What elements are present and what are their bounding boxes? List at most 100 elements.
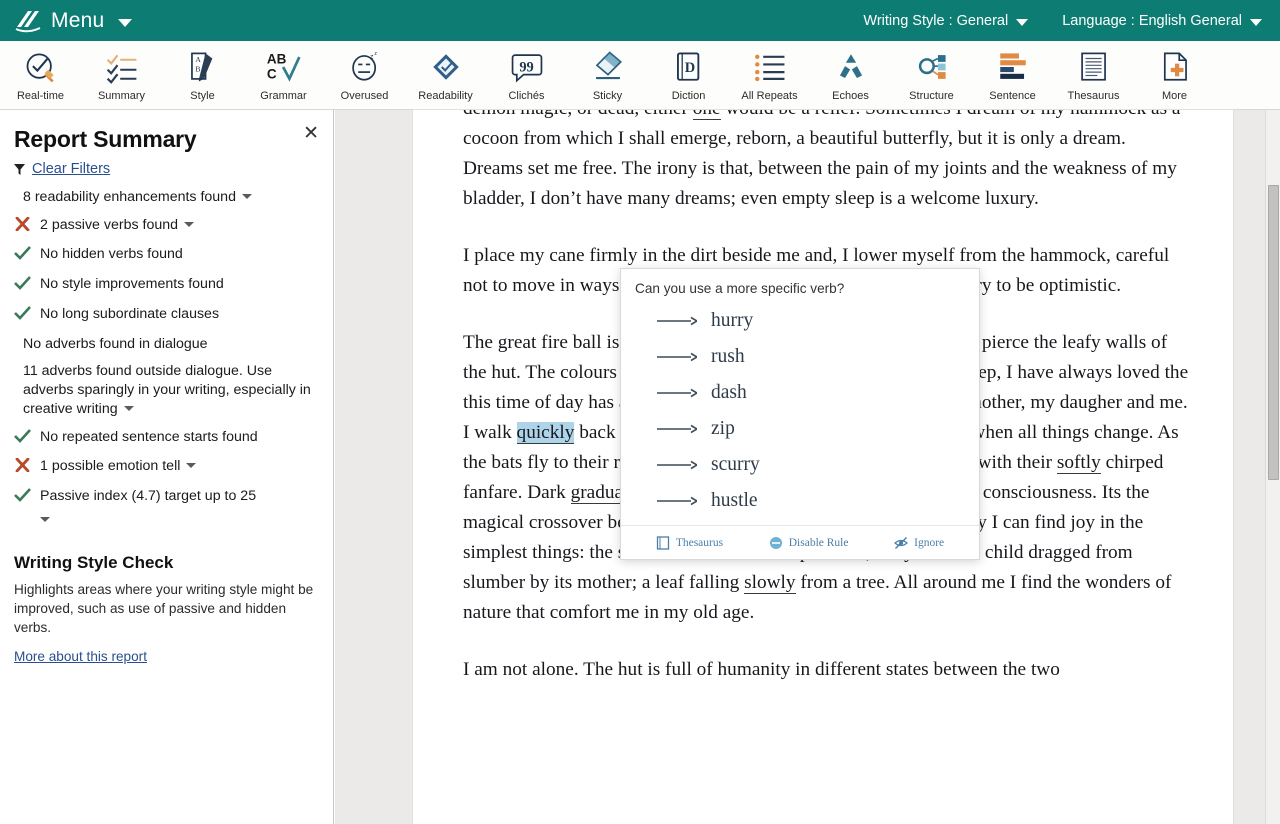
suggestion-item[interactable]: hustle: [621, 483, 979, 519]
top-menu-bar: Menu Writing Style : General Language : …: [0, 0, 1280, 41]
svg-text:AB: AB: [266, 51, 286, 66]
grammar-abc-icon: AB C: [266, 45, 302, 89]
arrow-right-icon: [657, 351, 697, 363]
report-item[interactable]: 11 adverbs found outside dialogue. Use a…: [14, 362, 317, 418]
document-paragraph: I am not alone. The hut is full of human…: [463, 655, 1189, 685]
check-icon: [14, 487, 31, 508]
suggestion-item[interactable]: dash: [621, 375, 979, 411]
clear-filters-row[interactable]: Clear Filters: [14, 161, 317, 177]
writing-style-selector[interactable]: Writing Style : General: [863, 13, 1029, 29]
suggestion-word: hustle: [711, 490, 758, 511]
echoes-recycle-icon: [834, 45, 868, 89]
cross-icon: [14, 457, 31, 478]
arrow-right-icon: [657, 387, 697, 399]
structure-node-icon: [915, 45, 949, 89]
more-about-report-link[interactable]: More about this report: [14, 649, 317, 664]
toolbar-item-summary[interactable]: Summary: [81, 41, 162, 109]
document-paragraph: demon magic, or dead, either one would b…: [463, 110, 1189, 214]
toolbar-item-label: Style: [190, 90, 215, 102]
toolbar-item-label: Diction: [671, 90, 706, 102]
writing-style-check-title: Writing Style Check: [14, 552, 174, 572]
report-item: No hidden verbs found: [14, 245, 317, 266]
report-item: Passive index (4.7) target up to 25: [14, 487, 317, 508]
toolbar-item-overused[interactable]: z z Overused: [324, 41, 405, 109]
toolbar-item-label: More: [1161, 90, 1188, 102]
report-item: No style improvements found: [14, 275, 317, 296]
clear-filters-link[interactable]: Clear Filters: [32, 161, 110, 177]
toolbar-item-clich-s[interactable]: 99 Clichés: [486, 41, 567, 109]
toolbar-item-sticky[interactable]: Sticky: [567, 41, 648, 109]
thesaurus-book-icon: [656, 535, 670, 550]
report-item[interactable]: 8 readability enhancements found: [14, 188, 317, 207]
suggestion-item[interactable]: rush: [621, 339, 979, 375]
style-pen-icon: AB: [186, 45, 220, 89]
text-run: would be a relief. Sometimes I dream of …: [463, 110, 1180, 209]
expand-more-chevron-down-icon[interactable]: [40, 516, 50, 522]
text-run: , I lower myself from the hammock: [832, 245, 1107, 266]
chevron-down-icon[interactable]: [186, 463, 197, 469]
selected-word[interactable]: quickly: [516, 422, 575, 444]
report-items-list: 8 readability enhancements found 2 passiv…: [14, 188, 317, 537]
writing-style-check-description: Highlights areas where your writing styl…: [14, 581, 314, 636]
popup-question: Can you use a more specific verb?: [635, 281, 845, 296]
suggestion-item[interactable]: hurry: [621, 303, 979, 339]
toolbar-item-grammar[interactable]: AB C Grammar: [243, 41, 324, 109]
toolbar-item-real-time[interactable]: Real-time: [0, 41, 81, 109]
flagged-word[interactable]: softly: [1056, 452, 1101, 474]
realtime-icon: [23, 45, 59, 89]
disable-rule-button[interactable]: Disable Rule: [769, 536, 848, 550]
disable-rule-icon: [769, 536, 783, 550]
toolbar-item-label: Thesaurus: [1067, 90, 1120, 102]
toolbar-item-echoes[interactable]: Echoes: [810, 41, 891, 109]
suggestion-word: dash: [711, 382, 747, 403]
popup-actions: Thesaurus Disable Rule Ignore: [621, 525, 979, 559]
document-vertical-scrollbar[interactable]: [1265, 110, 1280, 824]
thesaurus-pages-icon: [1077, 45, 1111, 89]
language-selector[interactable]: Language : English General: [1062, 13, 1262, 29]
suggestion-item[interactable]: zip: [621, 411, 979, 447]
report-item-label: 8 readability enhancements found: [23, 188, 317, 207]
toolbar-item-label: Overused: [340, 90, 389, 102]
close-icon[interactable]: ✕: [303, 124, 319, 143]
ignore-button[interactable]: Ignore: [894, 536, 944, 550]
toolbar-item-label: Sticky: [592, 90, 623, 102]
suggestion-word: zip: [711, 418, 735, 439]
toolbar-item-all-repeats[interactable]: All Repeats: [729, 41, 810, 109]
toolbar-item-style[interactable]: A B Style: [162, 41, 243, 109]
menu-button[interactable]: Menu: [14, 8, 133, 34]
toolbar-item-diction[interactable]: D Diction: [648, 41, 729, 109]
toolbar-item-readability[interactable]: Readability: [405, 41, 486, 109]
language-label: Language : English General: [1062, 12, 1242, 29]
arrow-right-icon: [657, 459, 697, 471]
report-item-label: No style improvements found: [40, 276, 224, 293]
suggestion-item[interactable]: scurry: [621, 447, 979, 483]
report-item-label: No adverbs found in dialogue: [23, 335, 208, 352]
check-icon: [14, 245, 31, 266]
scrollbar-thumb[interactable]: [1268, 185, 1279, 480]
report-item-label: No long subordinate clauses: [40, 305, 220, 322]
sentence-bars-icon: [996, 45, 1030, 89]
chevron-down-icon[interactable]: [184, 221, 195, 227]
more-plus-page-icon: [1158, 45, 1192, 89]
chevron-down-icon[interactable]: [241, 194, 252, 199]
text-run: demon magic, or dead, either: [463, 110, 693, 119]
chevron-down-icon[interactable]: [123, 405, 134, 411]
svg-text:A: A: [195, 55, 201, 64]
toolbar-item-label: Sentence: [989, 90, 1036, 102]
toolbar-item-label: Clichés: [508, 90, 545, 102]
chevron-down-icon: [1016, 19, 1029, 26]
text-run: e always loved th: [1045, 362, 1180, 383]
report-item[interactable]: 1 possible emotion tell: [14, 457, 317, 478]
thesaurus-button[interactable]: Thesaurus: [656, 535, 723, 550]
text-run: I am not alone. The hut is full of human…: [463, 659, 1060, 680]
sticky-highlighter-icon: [591, 45, 625, 89]
toolbar-item-more[interactable]: More: [1134, 41, 1215, 109]
toolbar-item-thesaurus[interactable]: Thesaurus: [1053, 41, 1134, 109]
toolbar-item-sentence[interactable]: Sentence: [972, 41, 1053, 109]
flagged-word[interactable]: slowly: [744, 572, 796, 594]
toolbar-item-label: Readability: [418, 90, 473, 102]
report-item[interactable]: 2 passive verbs found: [14, 216, 317, 237]
flagged-word[interactable]: one: [692, 110, 721, 120]
report-item: No adverbs found in dialogue: [14, 335, 317, 354]
toolbar-item-structure[interactable]: Structure: [891, 41, 972, 109]
